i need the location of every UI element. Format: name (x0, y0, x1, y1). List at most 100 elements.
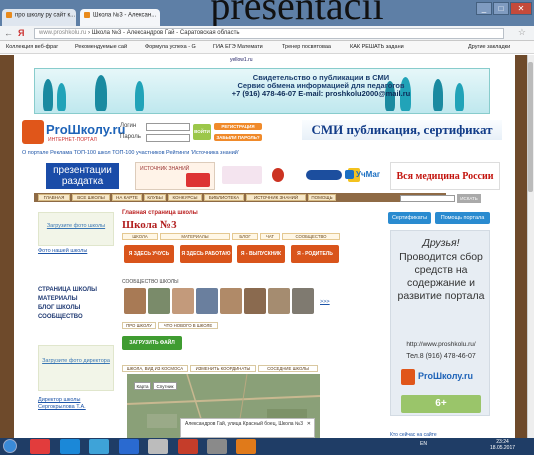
bookmark-item[interactable]: Формула успеха - G (145, 41, 196, 53)
upload-school-photo[interactable]: Загрузите фото школы (38, 212, 114, 246)
smi-publication-banner[interactable]: СМИ публикация, сертификат (302, 120, 502, 140)
avatar[interactable] (172, 288, 194, 314)
upload-director-photo[interactable]: Загрузите фото директора (38, 345, 114, 391)
avatar[interactable] (220, 288, 242, 314)
powerpoint-taskbar-icon[interactable] (178, 439, 198, 454)
register-button[interactable]: РЕГИСТРАЦИЯ (214, 123, 262, 130)
i-work-here-button[interactable]: Я ЗДЕСЬ РАБОТАЮ (180, 245, 232, 263)
tab-proshkolu-search[interactable]: про школу ру сайт к... (2, 9, 76, 26)
yandex-taskbar-icon[interactable] (30, 439, 50, 454)
url-input[interactable]: www.proshkolu.ru › Школа №3 - Александро… (34, 28, 504, 39)
bookmark-item[interactable]: КАК РЕШАТЬ задани (350, 41, 404, 53)
avatar[interactable] (196, 288, 218, 314)
nav-clubs[interactable]: КЛУБЫ (144, 194, 166, 201)
donation-banner[interactable]: Друзья! Проводится сбор средств на содер… (390, 230, 490, 416)
nav-help[interactable]: ПОМОЩЬ (308, 194, 336, 201)
tab-materials[interactable]: МАТЕРИАЛЫ (160, 233, 230, 240)
clock[interactable]: 23:24 18.05.2017 (490, 439, 515, 451)
satellite-mode-button[interactable]: Спутник (153, 382, 177, 390)
word-taskbar-icon[interactable] (119, 439, 139, 454)
avatar[interactable] (292, 288, 314, 314)
logo-text: ProШколу.ru (46, 122, 126, 137)
close-icon[interactable]: ✕ (307, 421, 311, 427)
tab-community[interactable]: СООБЩЕСТВО (282, 233, 340, 240)
app-taskbar-icon[interactable] (207, 439, 227, 454)
maximize-button[interactable]: □ (493, 2, 509, 15)
promo-icon (272, 168, 284, 182)
tab-blog[interactable]: БЛОГ (232, 233, 258, 240)
search-button[interactable]: ИСКАТЬ (457, 194, 481, 203)
tab-whats-new[interactable]: ЧТО НОВОГО В ШКОЛЕ (158, 322, 218, 329)
tab-change-coords[interactable]: ИЗМЕНИТЬ КООРДИНАТЫ (190, 365, 256, 372)
menu-community[interactable]: СООБЩЕСТВО (38, 314, 83, 320)
avatar[interactable] (268, 288, 290, 314)
bookmark-star-icon[interactable]: ☆ (518, 27, 526, 38)
ychmag-banner[interactable]: УчМаг (345, 165, 387, 185)
bookmark-item[interactable]: Тренер посвятоваa (282, 41, 331, 53)
login-label: Логин (120, 123, 137, 129)
tab-space-view[interactable]: ШКОЛА, ВИД ИЗ КОСМОСА (122, 365, 188, 372)
i-study-here-button[interactable]: Я ЗДЕСЬ УЧУСЬ (124, 245, 174, 263)
site-logo[interactable]: ProШколу.ru ИНТЕРНЕТ-ПОРТАЛ (22, 120, 126, 144)
tab-about-school[interactable]: ПРО ШКОЛУ (122, 322, 156, 329)
favicon-icon (84, 12, 90, 18)
other-bookmarks[interactable]: Другие закладки (468, 41, 510, 53)
close-window-button[interactable]: ✕ (510, 2, 532, 15)
publication-ad-banner[interactable]: Свидетельство о публикации в СМИ Сервис … (34, 68, 490, 114)
scrollbar-thumb[interactable] (528, 62, 533, 192)
medicine-banner[interactable]: Вся медицина России (390, 162, 500, 190)
bookmark-item[interactable]: Рекомендуемые сай (75, 41, 127, 53)
tab-neighbor-schools[interactable]: СОСЕДНИЕ ШКОЛЫ (258, 365, 318, 372)
school-photo-link[interactable]: Фото нашей школы (38, 248, 87, 254)
forgot-password-button[interactable]: ЗАБЫЛИ ПАРОЛЬ? (214, 134, 262, 141)
tab-school[interactable]: ШКОЛА (122, 233, 158, 240)
yandex-icon[interactable]: Я (18, 28, 24, 38)
tab-school-page[interactable]: Школа №3 - Алексан... (80, 9, 160, 26)
system-tray[interactable]: EN (420, 441, 427, 447)
nav-contests[interactable]: КОНКУРСЫ (168, 194, 202, 201)
graduate-button[interactable]: Я - ВЫПУСКНИК (237, 245, 285, 263)
menu-school-page[interactable]: СТРАНИЦА ШКОЛЫ (38, 287, 97, 293)
login-input[interactable] (146, 123, 190, 131)
more-members-link[interactable]: >>> (320, 299, 330, 305)
ad-domain[interactable]: yellow1.ru (230, 57, 253, 63)
menu-school-blog[interactable]: БЛОГ ШКОЛЫ (38, 305, 80, 311)
explorer-taskbar-icon[interactable] (89, 439, 109, 454)
map-mode-button[interactable]: Карта (134, 382, 151, 390)
skype-taskbar-icon[interactable] (60, 439, 80, 454)
bookmark-item[interactable]: ГИА ЕГЭ Математи (213, 41, 263, 53)
app-taskbar-icon[interactable] (236, 439, 256, 454)
back-arrow-icon[interactable]: ← (4, 28, 13, 38)
director-label[interactable]: Директор школы (38, 397, 80, 403)
portal-help-button[interactable]: Помощь портала (435, 212, 490, 224)
ychmag-text: УчМаг (356, 170, 381, 179)
page-title: Школа №3 (122, 219, 177, 231)
search-input[interactable] (400, 195, 455, 202)
url-host: www.proshkolu.ru (39, 30, 87, 36)
bookmark-item[interactable]: Коллекция веб-фраг (6, 41, 58, 53)
avatar[interactable] (148, 288, 170, 314)
top-links[interactable]: О портале Реклама ТОП-100 школ ТОП-100 у… (22, 150, 239, 156)
minimize-button[interactable]: _ (476, 2, 492, 15)
password-input[interactable] (146, 134, 190, 142)
upload-file-button[interactable]: ЗАГРУЗИТЬ ФАЙЛ (122, 336, 182, 350)
tab-chat[interactable]: ЧАТ (260, 233, 280, 240)
menu-materials[interactable]: МАТЕРИАЛЫ (38, 296, 78, 302)
source-knowledge-banner[interactable]: ИСТОЧНИК ЗНАНИЙ (135, 162, 215, 190)
nav-map[interactable]: НА КАРТЕ (112, 194, 142, 201)
login-button[interactable]: ВОЙТИ (193, 124, 211, 140)
director-name[interactable]: Сергокрылова Т.А. (38, 404, 86, 410)
windows-taskbar (0, 438, 534, 455)
parent-button[interactable]: Я - РОДИТЕЛЬ (291, 245, 339, 263)
nav-library[interactable]: БИБЛИОТЕКА (204, 194, 244, 201)
folder-taskbar-icon[interactable] (148, 439, 168, 454)
presentation-banner[interactable]: презентации раздатка (46, 163, 119, 189)
nav-all-schools[interactable]: ВСЕ ШКОЛЫ (72, 194, 110, 201)
start-button[interactable] (3, 439, 17, 453)
avatar[interactable] (124, 288, 146, 314)
nav-knowledge-source[interactable]: ИСТОЧНИК ЗНАНИЙ (246, 194, 306, 201)
certificates-button[interactable]: Сертификаты (388, 212, 431, 224)
favicon-icon (6, 12, 12, 18)
avatar[interactable] (244, 288, 266, 314)
nav-home[interactable]: ГЛАВНАЯ (38, 194, 70, 201)
